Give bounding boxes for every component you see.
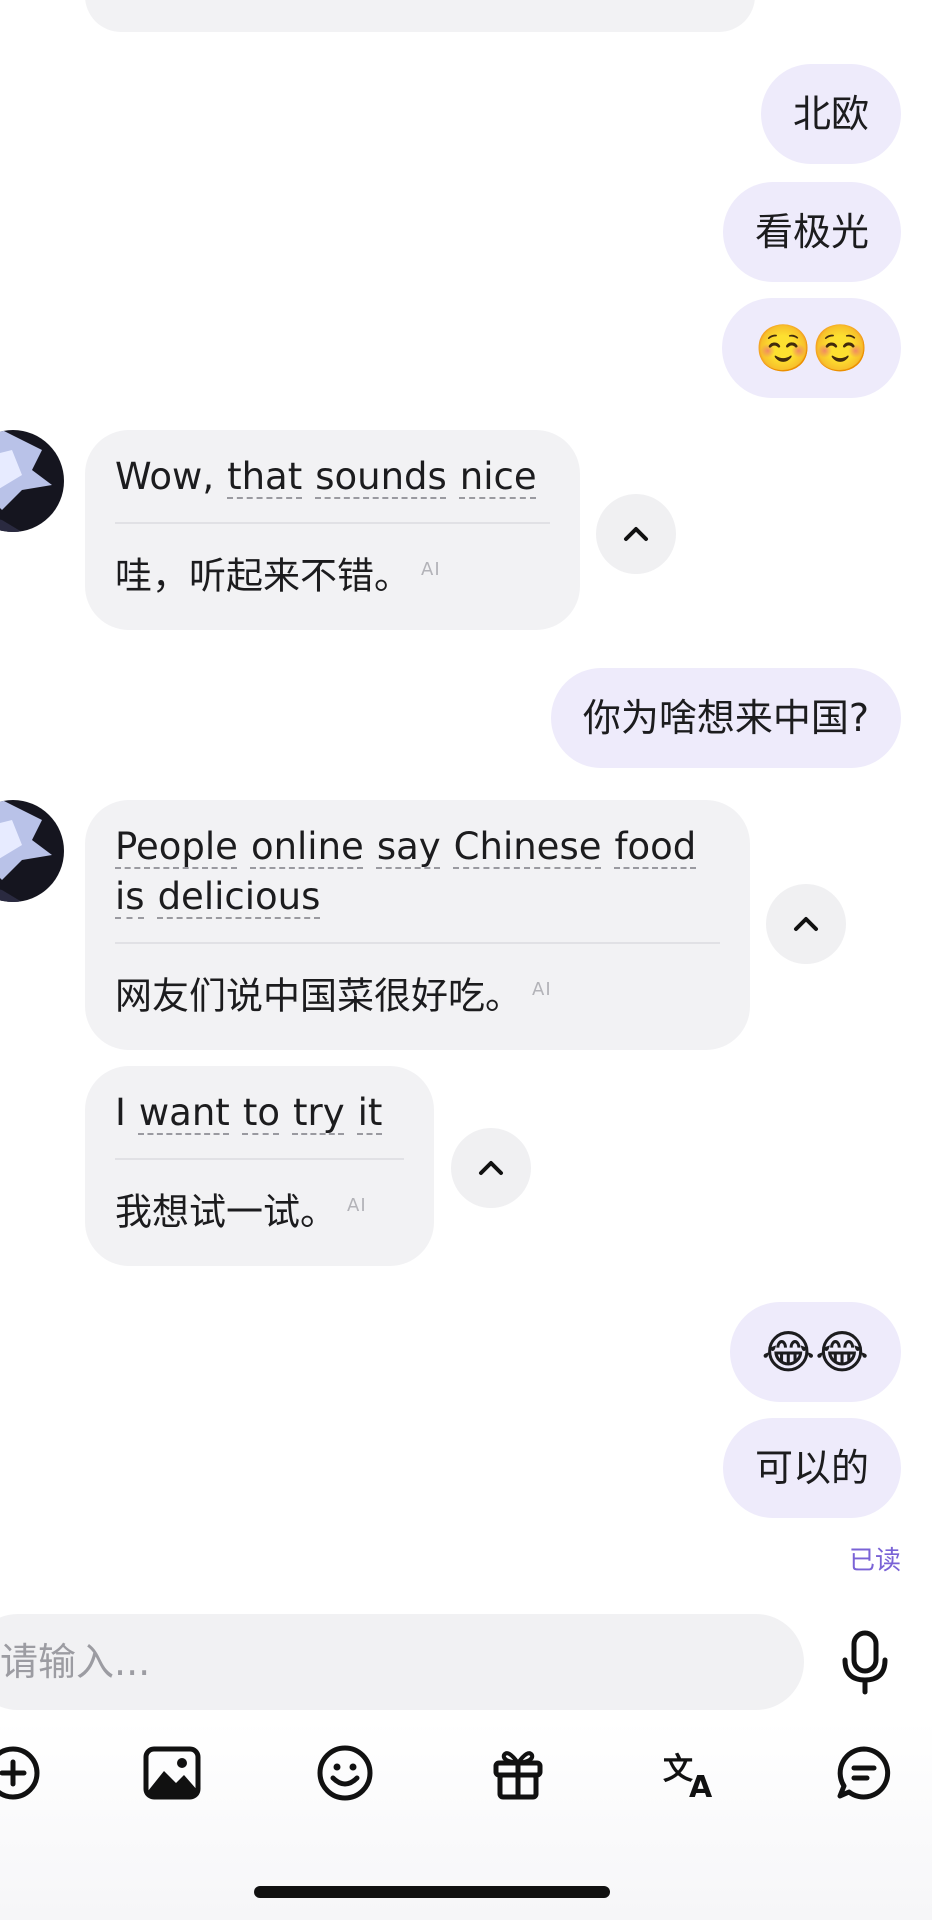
- outgoing-emoji-message[interactable]: ☺️☺️: [722, 298, 901, 398]
- word[interactable]: say: [377, 822, 441, 872]
- chevron-up-icon: [789, 907, 823, 941]
- ai-badge: AI: [532, 979, 552, 1000]
- read-receipt: 已读: [848, 1546, 901, 1576]
- outgoing-message[interactable]: 北欧: [760, 64, 901, 164]
- word[interactable]: that: [227, 452, 302, 502]
- collapse-translation-button[interactable]: [451, 1128, 531, 1208]
- message-text: 看极光: [754, 210, 869, 254]
- chat-bubble-icon[interactable]: [829, 1738, 899, 1808]
- translate-icon[interactable]: 文 A: [656, 1738, 726, 1808]
- outgoing-message[interactable]: 看极光: [722, 182, 901, 282]
- message-input-container: [0, 1614, 804, 1710]
- microphone-icon[interactable]: [832, 1630, 898, 1696]
- word[interactable]: Wow,: [115, 452, 214, 502]
- word[interactable]: Chinese: [454, 822, 602, 872]
- smiley-icon[interactable]: [310, 1738, 380, 1808]
- divider: [115, 1158, 404, 1160]
- ai-badge: AI: [421, 559, 441, 580]
- word[interactable]: to: [243, 1088, 280, 1138]
- message-text: ☺️☺️: [754, 321, 869, 375]
- translation-text: 哇，听起来不错。 AI: [115, 554, 441, 598]
- incoming-message-card[interactable]: I want to try it 我想试一试。 AI: [85, 1066, 434, 1267]
- message-text: 北欧: [792, 92, 869, 136]
- word[interactable]: is: [115, 872, 145, 922]
- word[interactable]: food: [615, 822, 697, 872]
- word[interactable]: nice: [460, 452, 537, 502]
- word[interactable]: People: [115, 822, 238, 872]
- word[interactable]: it: [358, 1088, 383, 1138]
- translation-text: 网友们说中国菜很好吃。 AI: [115, 974, 552, 1018]
- previous-message-bubble[interactable]: [85, 0, 755, 32]
- message-input[interactable]: [0, 1639, 762, 1685]
- outgoing-message[interactable]: 可以的: [722, 1418, 901, 1518]
- word[interactable]: online: [251, 822, 364, 872]
- divider: [115, 942, 720, 944]
- chevron-up-icon: [474, 1151, 508, 1185]
- plus-circle-icon[interactable]: [0, 1738, 48, 1808]
- outgoing-emoji-message[interactable]: 😂😂: [729, 1302, 901, 1402]
- word[interactable]: try: [293, 1088, 345, 1138]
- collapse-translation-button[interactable]: [766, 884, 846, 964]
- avatar[interactable]: [0, 430, 64, 532]
- avatar[interactable]: [0, 800, 64, 902]
- original-text: People online say Chinese food is delici…: [115, 822, 720, 922]
- home-indicator[interactable]: [254, 1886, 610, 1898]
- translation-text: 我想试一试。 AI: [115, 1190, 367, 1234]
- divider: [115, 522, 550, 524]
- svg-text:A: A: [689, 1770, 713, 1801]
- word[interactable]: sounds: [315, 452, 447, 502]
- incoming-message-card[interactable]: Wow, that sounds nice 哇，听起来不错。 AI: [85, 430, 580, 631]
- message-text: 你为啥想来中国?: [582, 696, 869, 740]
- incoming-message-card[interactable]: People online say Chinese food is delici…: [85, 800, 750, 1051]
- word[interactable]: I: [115, 1088, 126, 1138]
- word[interactable]: want: [139, 1088, 230, 1138]
- gift-icon[interactable]: [483, 1738, 553, 1808]
- outgoing-message[interactable]: 你为啥想来中国?: [550, 668, 901, 768]
- chevron-up-icon: [619, 517, 653, 551]
- original-text: Wow, that sounds nice: [115, 452, 550, 502]
- collapse-translation-button[interactable]: [596, 494, 676, 574]
- image-icon[interactable]: [137, 1738, 207, 1808]
- word[interactable]: delicious: [158, 872, 321, 922]
- original-text: I want to try it: [115, 1088, 404, 1138]
- chat-screen: 北欧 看极光 ☺️☺️ Wow, that sounds nice 哇，听起来不…: [0, 0, 932, 1920]
- message-text: 可以的: [754, 1446, 869, 1490]
- message-text: 😂😂: [761, 1325, 870, 1379]
- ai-badge: AI: [347, 1195, 367, 1216]
